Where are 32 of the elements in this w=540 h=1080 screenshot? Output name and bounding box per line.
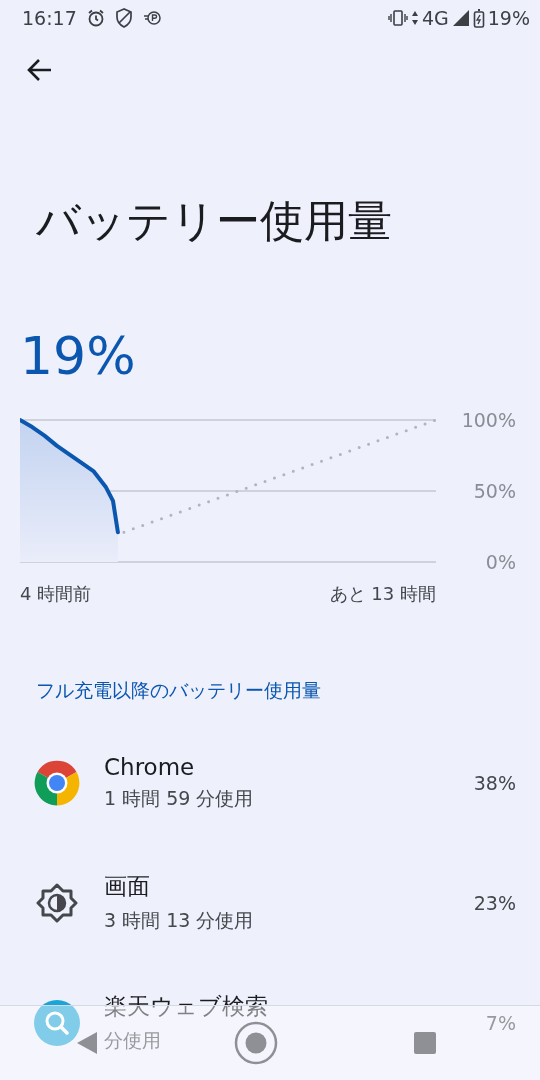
app-name: 画面	[104, 872, 150, 902]
vibrate-icon	[387, 10, 408, 26]
shield-icon	[114, 8, 133, 28]
battery-charging-icon	[472, 7, 485, 29]
chrome-icon	[34, 759, 80, 806]
usage-time: 3 時間 13 分使用	[104, 908, 254, 934]
page-title: バッテリー使用量	[36, 194, 393, 248]
section-header: フル充電以降のバッテリー使用量	[36, 677, 322, 703]
y-axis-label: 50%	[473, 479, 516, 502]
home-circle-icon	[234, 1021, 278, 1065]
time-label: あと 13 時間	[329, 581, 436, 606]
square-icon	[414, 1032, 436, 1054]
usage-percent: 23%	[473, 891, 516, 914]
app-name: Chrome	[104, 753, 195, 780]
usage-percent: 38%	[473, 771, 516, 794]
battery-level: 19%	[20, 325, 137, 388]
time-label: 4 時間前	[20, 581, 92, 606]
back-triangle-icon	[76, 1031, 98, 1055]
brightness-icon	[36, 881, 78, 924]
usage-time: 1 時間 59 分使用	[104, 785, 254, 811]
usage-time: 分使用	[104, 1028, 161, 1054]
data-arrows-icon	[410, 10, 419, 26]
search-app-icon	[34, 999, 80, 1046]
network-type: 4G	[421, 7, 449, 29]
speed-p-icon	[142, 10, 161, 26]
alarm-icon	[86, 9, 105, 27]
usage-percent: 7%	[485, 1011, 516, 1034]
signal-icon	[451, 9, 470, 27]
y-axis-label: 0%	[485, 550, 516, 573]
clock-time: 16:17	[22, 7, 77, 29]
battery-percent: 19%	[487, 7, 530, 29]
y-axis-label: 100%	[461, 408, 516, 431]
